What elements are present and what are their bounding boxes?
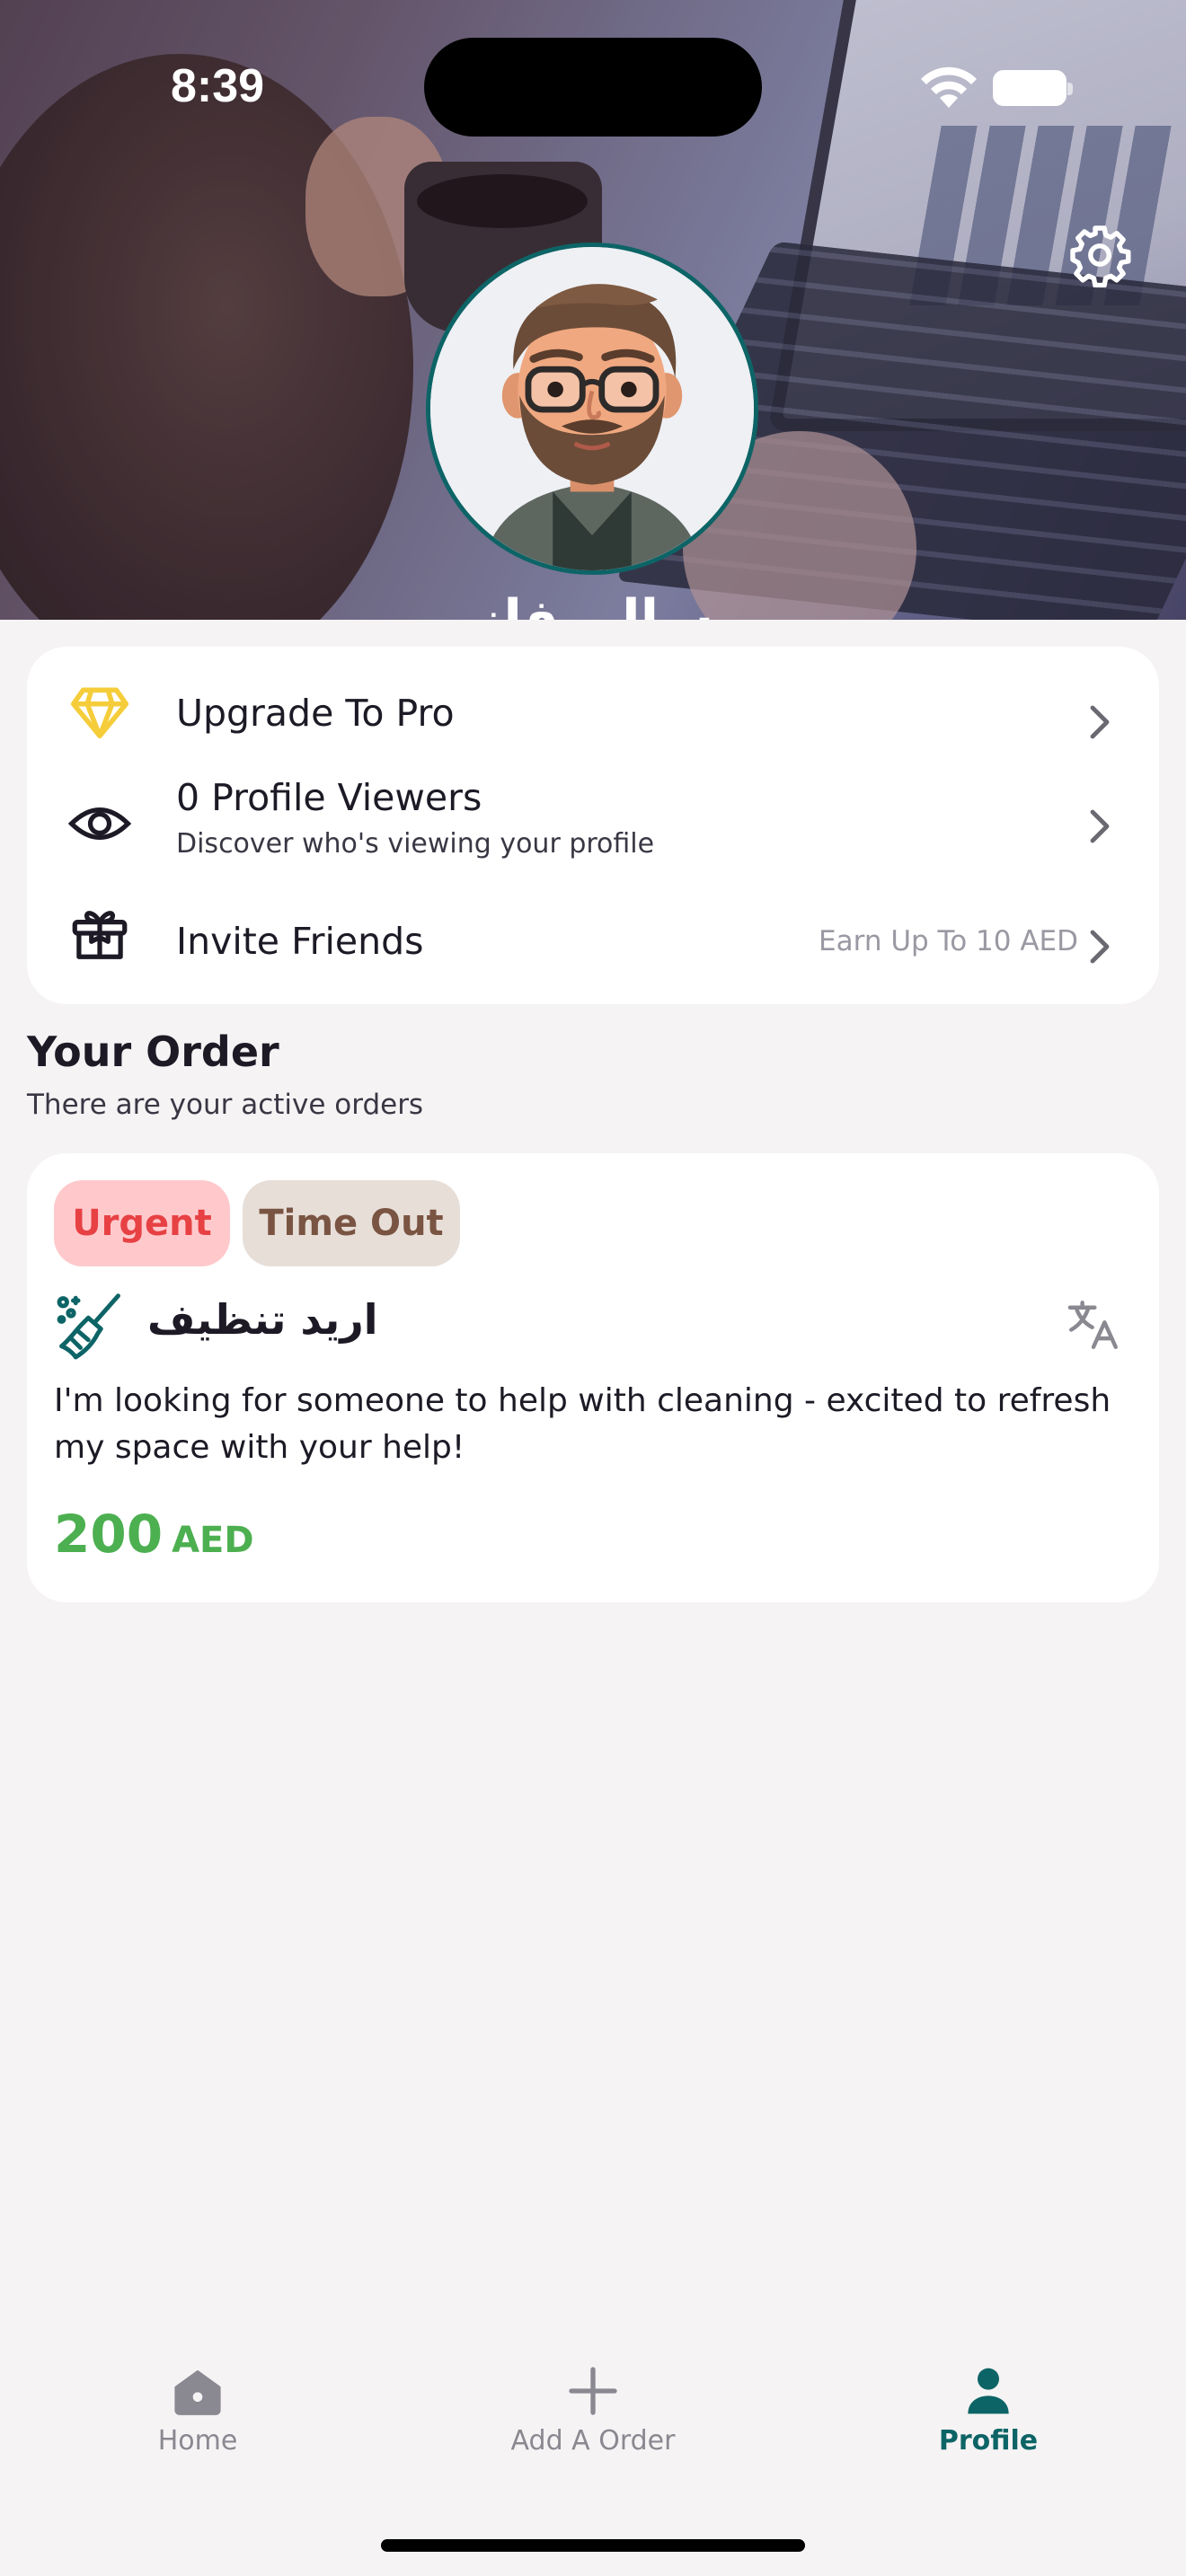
person-icon	[968, 2368, 1009, 2414]
wifi-icon	[921, 66, 977, 108]
tab-label: Home	[157, 2425, 238, 2457]
order-description: I'm looking for someone to help with cle…	[54, 1382, 1111, 1466]
broom-icon	[57, 1293, 120, 1360]
plus-icon	[569, 2367, 617, 2415]
order-title: اريد تنظيف	[147, 1295, 378, 1344]
menu-item-invite-friends[interactable]: Invite Friends Earn Up To 10 AED	[27, 887, 1159, 986]
tab-home[interactable]: Home	[63, 2362, 332, 2457]
avatar[interactable]	[426, 243, 758, 575]
home-indicator	[381, 2539, 805, 2552]
invite-reward-text: Earn Up To 10 AED	[819, 925, 1078, 957]
urgent-badge: Urgent	[54, 1180, 230, 1266]
price-currency: AED	[172, 1520, 254, 1561]
translate-icon[interactable]	[1064, 1295, 1123, 1354]
tab-label: Add A Order	[510, 2425, 676, 2457]
status-time: 8:39	[171, 60, 265, 112]
price-amount: 200	[54, 1504, 164, 1565]
order-card[interactable]: Urgent Time Out اريد تنظيف I'm looking f…	[27, 1153, 1159, 1602]
menu-item-label: Invite Friends	[176, 920, 424, 963]
chevron-right-icon	[1090, 930, 1110, 964]
order-price: 200 AED	[54, 1504, 254, 1565]
account-menu-card: Upgrade To Pro 0 Profile Viewers Discove…	[27, 647, 1159, 1004]
section-title: Your Order	[27, 1028, 279, 1076]
dynamic-island	[424, 38, 762, 137]
timeout-badge: Time Out	[243, 1180, 460, 1266]
eye-icon	[67, 807, 132, 840]
menu-item-label: 0 Profile Viewers	[176, 776, 482, 819]
tab-add-order[interactable]: Add A Order	[458, 2362, 728, 2457]
diamond-icon	[70, 687, 129, 738]
chevron-right-icon	[1090, 705, 1110, 739]
home-icon	[174, 2370, 221, 2415]
gift-icon	[72, 911, 128, 959]
gear-icon[interactable]	[1067, 223, 1132, 287]
profile-name: سالم فاز	[472, 588, 714, 620]
battery-icon	[993, 70, 1073, 106]
menu-item-profile-viewers[interactable]: 0 Profile Viewers Discover who's viewing…	[27, 763, 1159, 880]
tab-label: Profile	[938, 2425, 1039, 2457]
menu-item-upgrade-pro[interactable]: Upgrade To Pro	[27, 657, 1159, 756]
menu-item-label: Upgrade To Pro	[176, 692, 455, 735]
menu-item-subtitle: Discover who's viewing your profile	[176, 828, 655, 860]
tab-profile[interactable]: Profile	[854, 2362, 1123, 2457]
chevron-right-icon	[1090, 809, 1110, 843]
section-subtitle: There are your active orders	[27, 1089, 424, 1121]
